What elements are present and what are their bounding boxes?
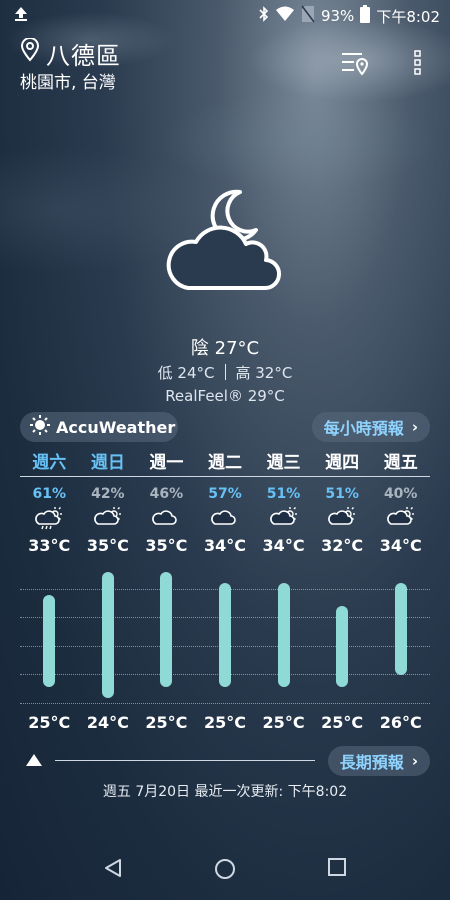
precip-chance: 51% <box>266 486 301 502</box>
back-triangle-icon[interactable] <box>104 858 122 882</box>
precip-chance: 57% <box>208 486 242 502</box>
chart-gridline <box>20 702 430 704</box>
day-tab[interactable]: 週五 <box>372 448 430 473</box>
status-time: 下午8:02 <box>376 7 440 26</box>
low-temp-label: 26°C <box>379 713 422 732</box>
temp-range-bar <box>336 606 349 687</box>
day-tab[interactable]: 週六 <box>20 448 78 473</box>
battery-percent: 93% <box>320 7 355 25</box>
location-list-icon[interactable] <box>340 50 370 82</box>
accuweather-brand[interactable]: AccuWeather <box>20 412 178 442</box>
status-bar: 93% 下午8:02 <box>0 0 450 32</box>
day-tab[interactable]: 週三 <box>255 448 313 473</box>
day-tab[interactable]: 週一 <box>137 448 195 473</box>
home-circle-icon[interactable] <box>214 858 236 884</box>
location-name[interactable]: 八德區 <box>46 36 121 71</box>
partly-cloudy-icon <box>79 506 137 534</box>
low-high-temps: 低 24°C 高 32°C <box>0 362 450 383</box>
low-high-separator <box>224 364 226 380</box>
hourly-forecast-label: 每小時預報 <box>323 419 404 438</box>
high-temp-label: 34°C <box>379 536 422 555</box>
temperature-range-chart <box>20 560 430 710</box>
low-temp: 低 24°C <box>157 364 215 382</box>
high-temp-label: 35°C <box>86 536 129 555</box>
partly-cloudy-icon <box>313 506 371 534</box>
cloud-rain-icon <box>20 506 78 534</box>
cloudy-night-moon-icon <box>160 180 290 304</box>
low-temp-label: 25°C <box>262 713 305 732</box>
precip-chance: 46% <box>149 486 184 502</box>
current-condition: 陰 27°C <box>190 338 260 359</box>
days-divider <box>20 476 430 477</box>
high-temp-label: 34°C <box>262 536 305 555</box>
brand-name: AccuWeather <box>56 417 176 437</box>
chevron-right-icon: › <box>411 418 418 436</box>
temp-range-bar <box>277 583 290 687</box>
low-temp-label: 25°C <box>321 713 364 732</box>
low-temp-label: 24°C <box>86 713 129 732</box>
low-temp-label: 25°C <box>28 713 71 732</box>
more-vert-icon[interactable] <box>414 50 422 80</box>
low-temp-label: 25°C <box>203 713 246 732</box>
sun-logo-icon <box>30 415 50 439</box>
day-tab[interactable]: 週日 <box>79 448 137 473</box>
realfeel-temp: RealFeel® 29°C <box>165 387 285 405</box>
precip-chance: 51% <box>325 486 359 502</box>
high-temp-label: 34°C <box>203 536 246 555</box>
temp-range-bar <box>394 583 407 676</box>
location-pin-icon <box>20 37 40 66</box>
precip-chance: 40% <box>383 486 418 502</box>
low-temp-label: 25°C <box>145 713 188 732</box>
precip-chance: 42% <box>91 486 125 502</box>
battery-icon <box>360 5 371 27</box>
upload-arrow-icon <box>14 6 28 26</box>
temp-range-bar <box>101 571 114 699</box>
long-term-forecast-button[interactable]: 長期預報 › <box>327 746 430 776</box>
cloudy-icon <box>196 506 254 534</box>
navigation-bar <box>0 850 450 890</box>
partly-cloudy-icon <box>255 506 313 534</box>
high-temp-label: 33°C <box>28 536 71 555</box>
recents-square-icon[interactable] <box>328 858 346 880</box>
location-header: 八德區 桃園市, 台灣 <box>20 36 430 96</box>
high-temp: 高 32°C <box>235 364 293 382</box>
temp-range-bar <box>219 583 231 687</box>
cloudy-icon <box>137 506 195 534</box>
day-tab[interactable]: 週四 <box>313 448 371 473</box>
days-row: 週六 週日 週一 週二 週三 週四 週五 <box>20 448 430 474</box>
chevron-right-icon: › <box>411 752 418 770</box>
wifi-icon <box>275 6 295 26</box>
high-temp-label: 32°C <box>321 536 364 555</box>
precip-chance: 61% <box>32 486 67 502</box>
location-subtitle: 桃園市, 台灣 <box>20 73 116 93</box>
partly-cloudy-icon <box>372 506 430 534</box>
hourly-forecast-button[interactable]: 每小時預報 › <box>311 412 430 442</box>
bottom-divider <box>55 760 315 761</box>
temp-range-bar <box>43 594 56 687</box>
collapse-triangle-icon[interactable] <box>26 754 42 766</box>
day-tab[interactable]: 週二 <box>196 448 254 473</box>
last-updated-text: 週五 7月20日 最近一次更新: 下午8:02 <box>102 784 348 800</box>
bluetooth-icon <box>259 6 269 26</box>
no-sim-icon <box>301 5 315 27</box>
temp-range-bar <box>160 571 173 687</box>
long-term-forecast-label: 長期預報 <box>339 753 404 772</box>
high-temp-label: 35°C <box>145 536 188 555</box>
